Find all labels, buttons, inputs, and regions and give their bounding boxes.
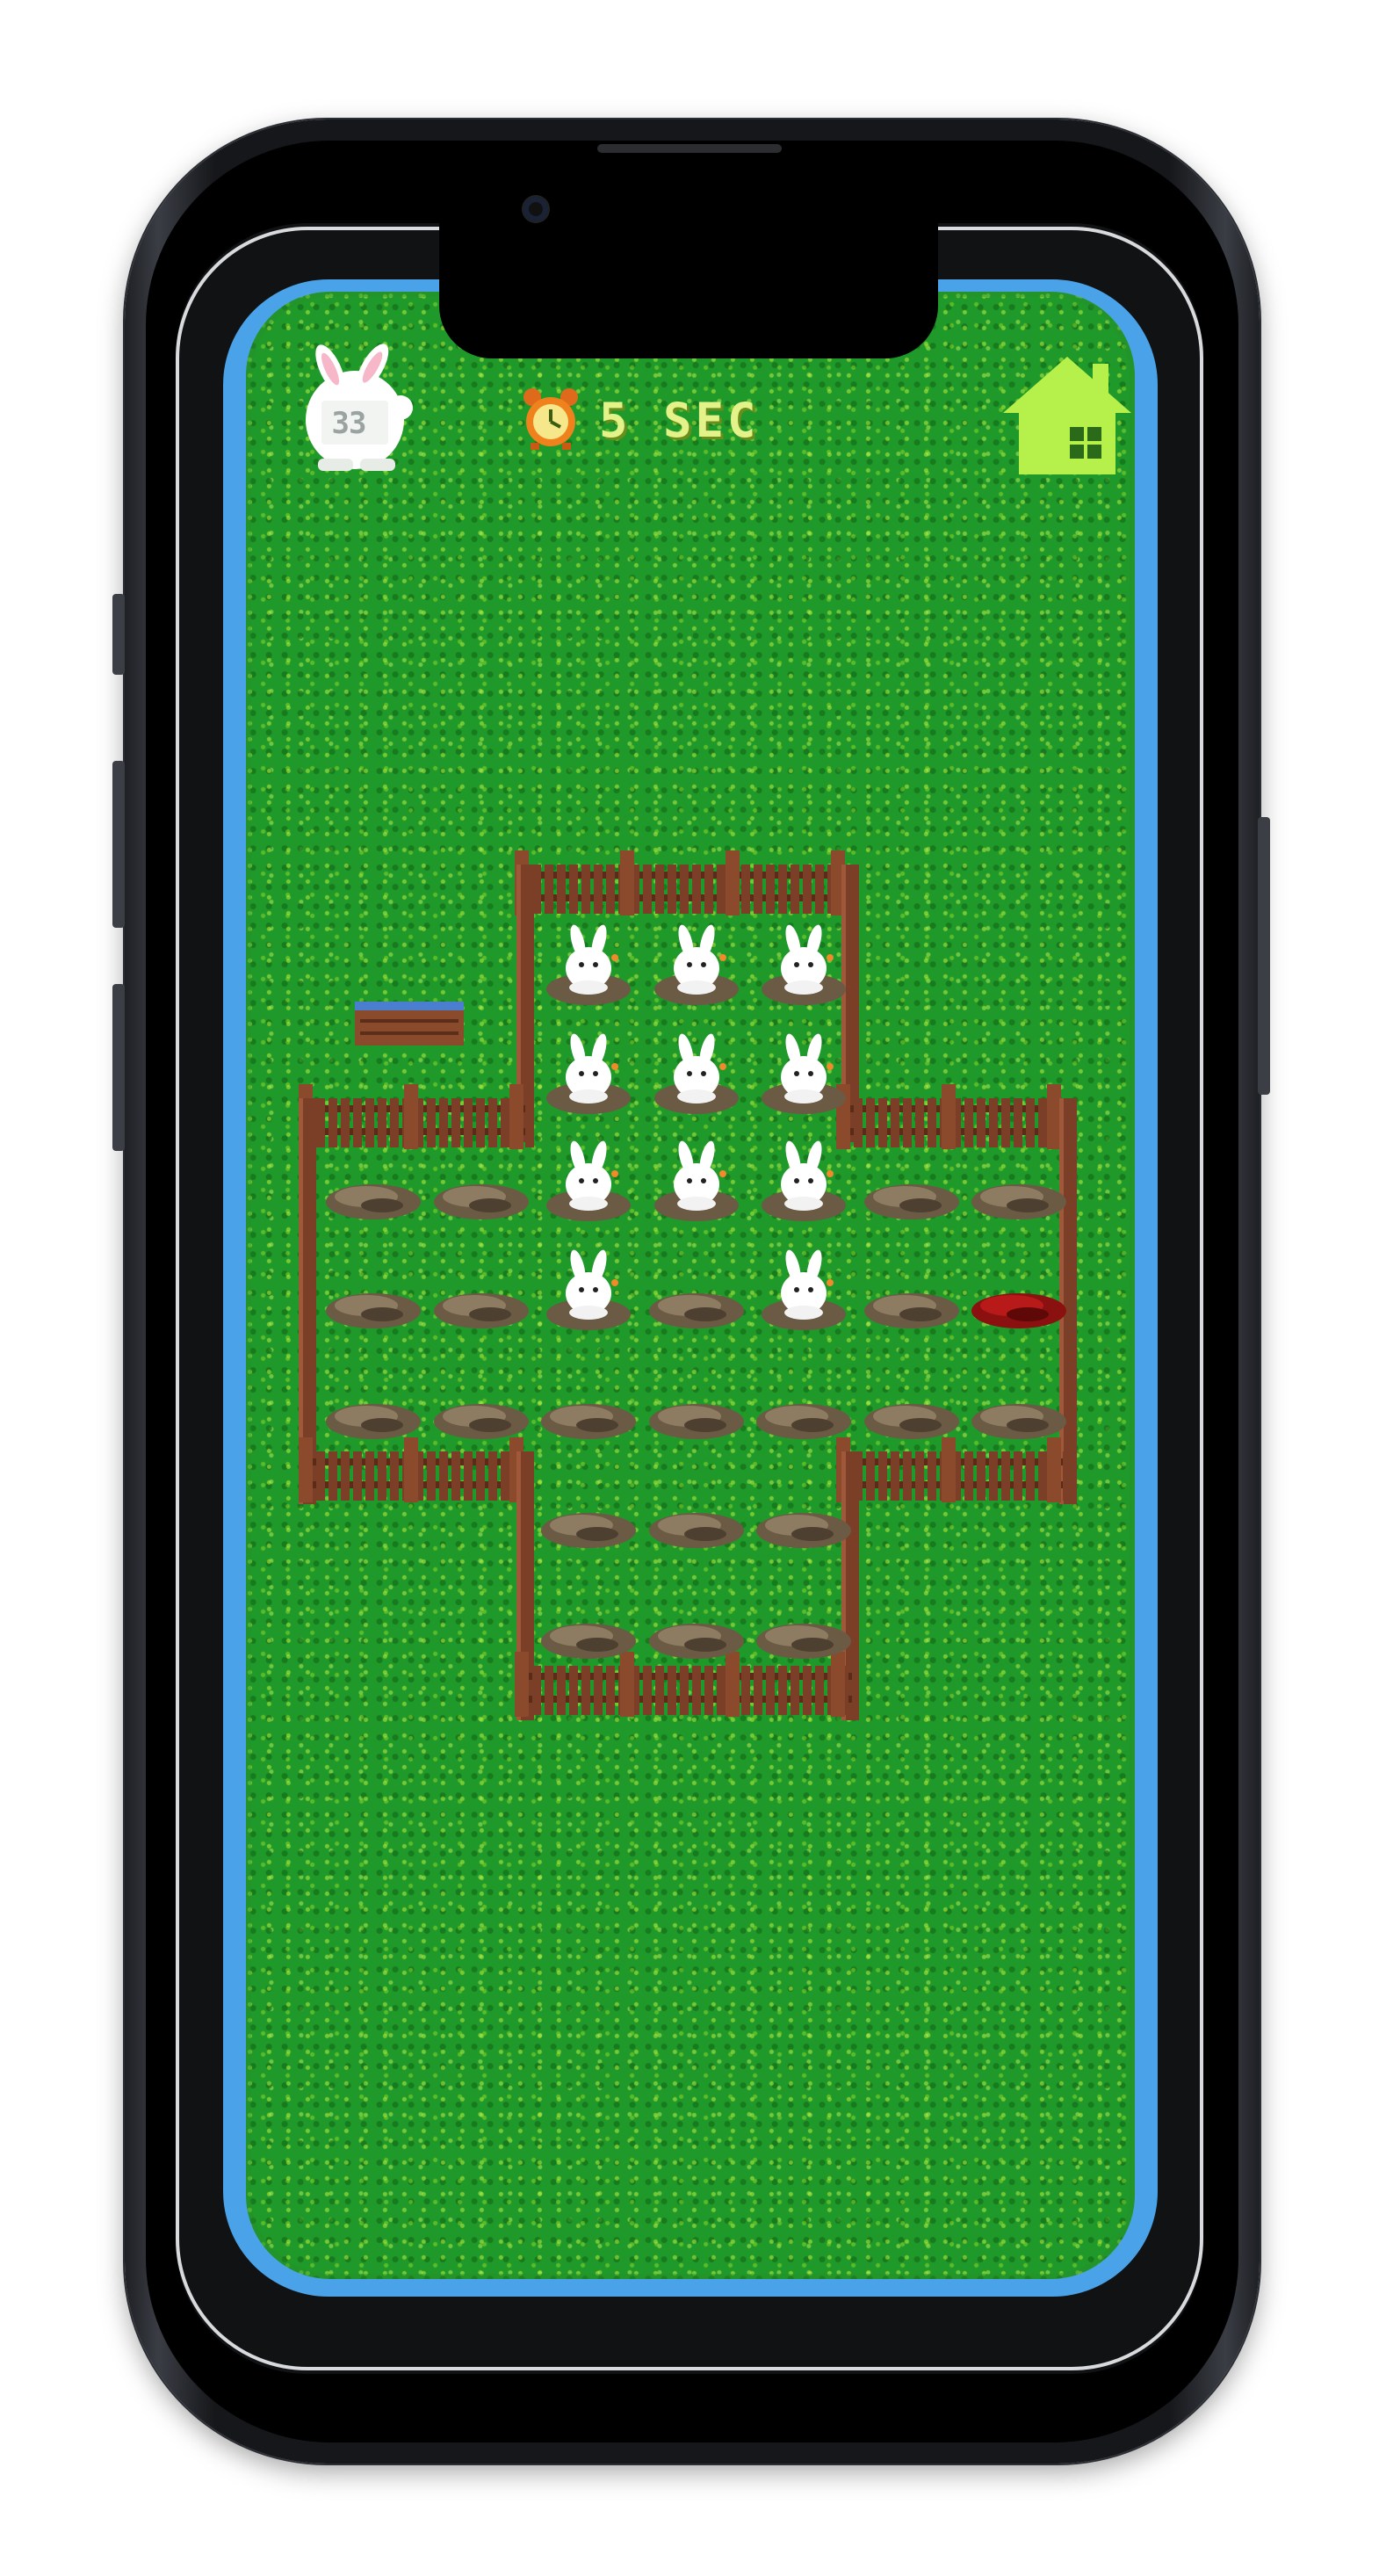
burrow-hole[interactable] — [649, 1293, 744, 1328]
home-button[interactable] — [1001, 351, 1133, 478]
stage: 33 5 SEC — [0, 0, 1379, 2576]
bunny-count: 33 — [331, 406, 367, 441]
burrow-hole[interactable] — [649, 1404, 744, 1439]
timer-text: 5 SEC — [599, 393, 760, 448]
burrow-hole[interactable] — [756, 1404, 851, 1439]
burrow-hole[interactable] — [541, 1513, 636, 1548]
home-icon — [1003, 357, 1131, 474]
burrow-hole[interactable] — [434, 1404, 529, 1439]
power-button — [1258, 817, 1270, 1095]
water-trough — [355, 1002, 464, 1046]
burrow-hole[interactable] — [864, 1184, 959, 1219]
burrow-hole[interactable] — [326, 1404, 421, 1439]
burrow-hole[interactable] — [541, 1404, 636, 1439]
burrow-hole[interactable] — [649, 1513, 744, 1548]
burrow-hole[interactable] — [326, 1293, 421, 1328]
burrow-hole[interactable] — [541, 1624, 636, 1659]
burrow-hole[interactable] — [434, 1184, 529, 1219]
alarm-clock-icon — [523, 388, 578, 450]
burrow-hole[interactable] — [864, 1404, 959, 1439]
mute-switch — [112, 594, 125, 675]
burrow-hole[interactable] — [649, 1624, 744, 1659]
burrow-hole[interactable] — [434, 1293, 529, 1328]
front-camera — [523, 197, 548, 221]
volume-up-button — [112, 761, 125, 928]
burrow-hole[interactable] — [756, 1624, 851, 1659]
burrow-hole[interactable] — [971, 1404, 1066, 1439]
burrow-hole[interactable] — [971, 1184, 1066, 1219]
burrow-hole[interactable] — [326, 1184, 421, 1219]
volume-down-button — [112, 984, 125, 1151]
burrow-hole[interactable] — [864, 1293, 959, 1328]
burrow-hole[interactable] — [756, 1513, 851, 1548]
selected-hole[interactable] — [971, 1293, 1066, 1328]
earpiece-speaker — [597, 144, 782, 153]
